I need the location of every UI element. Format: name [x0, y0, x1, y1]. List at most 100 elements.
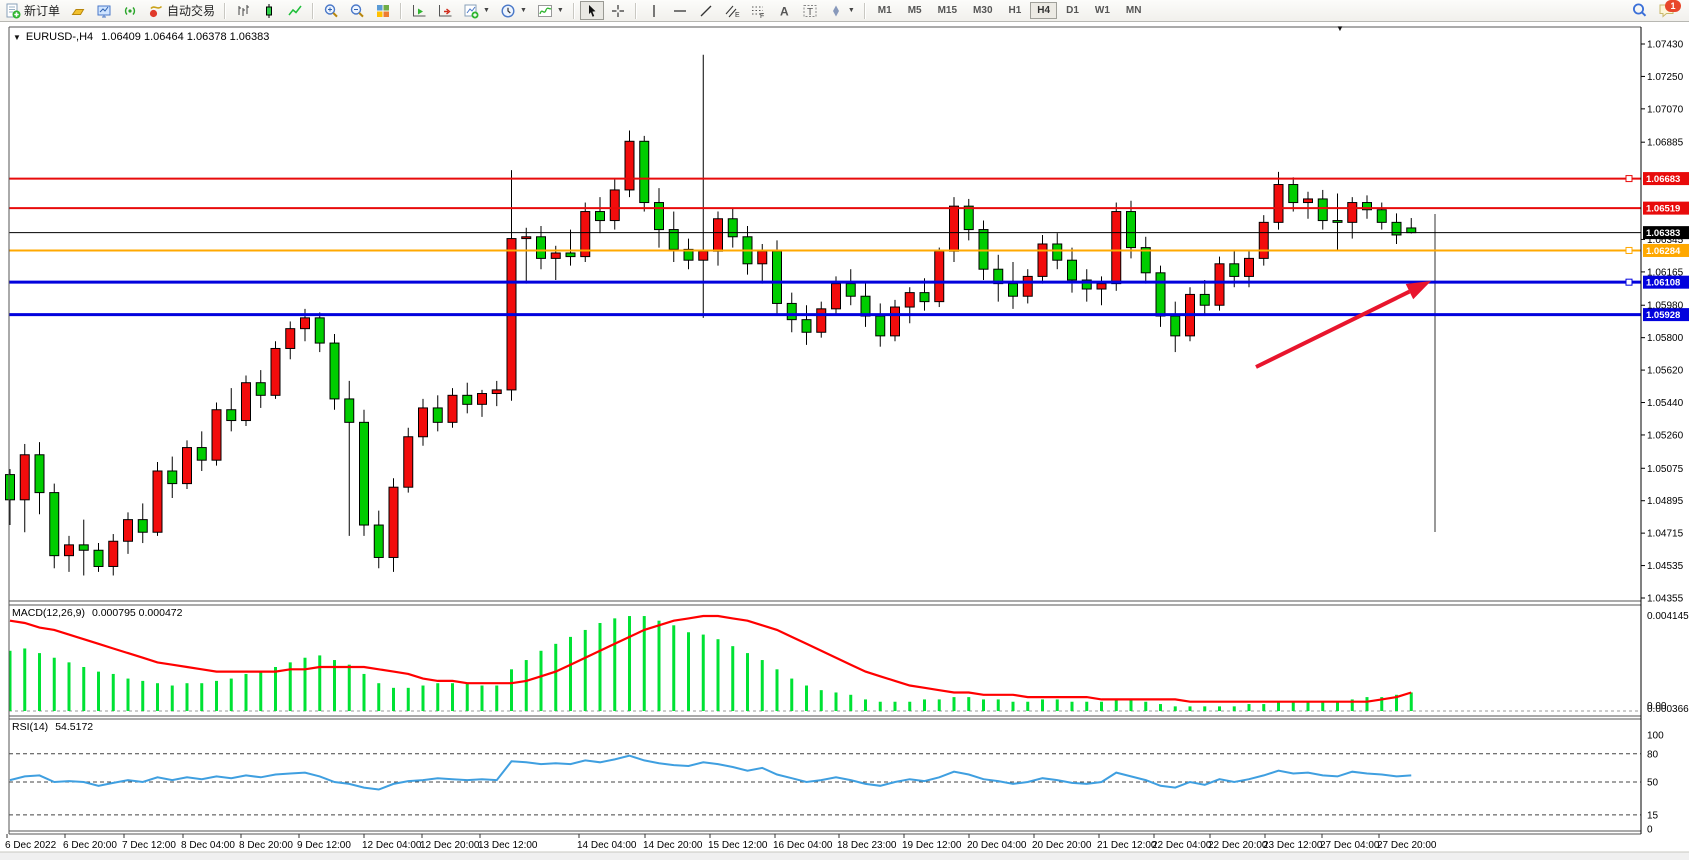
market-watch-button[interactable] [92, 1, 116, 20]
signals-button[interactable] [118, 1, 142, 20]
bar-chart-button[interactable] [231, 1, 255, 20]
trendline-icon [698, 3, 714, 19]
macd-bar [613, 618, 616, 711]
line-marker[interactable] [1626, 279, 1632, 285]
svg-text:13 Dec 12:00: 13 Dec 12:00 [478, 840, 538, 851]
macd-bar [200, 683, 203, 711]
text-tool[interactable]: A [772, 1, 796, 20]
timeframe-toolbar: M1M5M15M30H1H4D1W1MN [870, 2, 1150, 19]
new-chart-button[interactable]: ▼ [459, 1, 494, 20]
autotrade-button[interactable]: 自动交易 [144, 1, 219, 20]
macd-bar [422, 686, 425, 711]
candle [787, 303, 796, 319]
zoom-out-icon [349, 3, 365, 19]
timeframe-m15[interactable]: M15 [931, 2, 964, 19]
svg-text:1.05980: 1.05980 [1647, 301, 1684, 312]
vertical-line-tool[interactable] [642, 1, 666, 20]
candle [1215, 264, 1224, 305]
svg-text:100: 100 [1647, 731, 1664, 742]
new-order-icon [5, 3, 21, 19]
notification-badge: 1 [1665, 0, 1681, 12]
timeframe-m30[interactable]: M30 [966, 2, 999, 19]
candle [1318, 199, 1327, 221]
macd-bar [1130, 699, 1133, 711]
candle [404, 437, 413, 487]
macd-bar [1218, 706, 1221, 711]
candlestick-button[interactable] [257, 1, 281, 20]
shapes-button[interactable]: ▼ [824, 1, 859, 20]
line-marker[interactable] [1626, 176, 1632, 182]
svg-text:8 Dec 04:00: 8 Dec 04:00 [181, 840, 235, 851]
label-tool[interactable]: T [798, 1, 822, 20]
macd-bar [746, 653, 749, 711]
macd-bar [274, 667, 277, 711]
candle [714, 219, 723, 251]
svg-text:1.05620: 1.05620 [1647, 366, 1684, 377]
zoom-in-button[interactable] [319, 1, 343, 20]
candle [242, 383, 251, 421]
new-order-button[interactable]: 新订单 [1, 1, 64, 20]
timeframe-h4[interactable]: H4 [1030, 2, 1057, 19]
candle [330, 343, 339, 399]
svg-text:15: 15 [1647, 810, 1659, 821]
svg-text:14 Dec 20:00: 14 Dec 20:00 [643, 840, 703, 851]
candle [448, 395, 457, 422]
candle [6, 475, 15, 500]
macd-label: MACD(12,26,9)0.000795 0.000472 [12, 607, 182, 619]
auto-scroll-button[interactable] [407, 1, 431, 20]
svg-text:A: A [780, 4, 789, 18]
indicators-button[interactable]: ▼ [533, 1, 568, 20]
macd-bar [38, 653, 41, 711]
horizontal-line-tool[interactable] [668, 1, 692, 20]
tile-windows-button[interactable] [371, 1, 395, 20]
svg-text:6 Dec 20:00: 6 Dec 20:00 [63, 840, 117, 851]
chart-shift-button[interactable] [433, 1, 457, 20]
crosshair-button[interactable] [606, 1, 630, 20]
scroll-marker-icon[interactable]: ▼ [1336, 24, 1344, 33]
notifications-button[interactable]: 1 [1654, 1, 1680, 20]
timeframe-m1[interactable]: M1 [871, 2, 899, 19]
timeframe-d1[interactable]: D1 [1059, 2, 1086, 19]
line-chart-button[interactable] [283, 1, 307, 20]
svg-text:7 Dec 12:00: 7 Dec 12:00 [122, 840, 176, 851]
candle [94, 550, 103, 566]
macd-bar [1012, 702, 1015, 711]
macd-bar [599, 623, 602, 711]
candle [492, 390, 501, 394]
clock-icon [500, 3, 516, 19]
timeframes-button[interactable]: ▼ [496, 1, 531, 20]
svg-text:50: 50 [1647, 778, 1659, 789]
search-button[interactable] [1627, 1, 1652, 20]
zoom-out-button[interactable] [345, 1, 369, 20]
chevron-down-icon: ▼ [848, 7, 855, 14]
candle [360, 422, 369, 525]
candle [891, 307, 900, 336]
cursor-button[interactable] [580, 1, 604, 20]
chevron-down-icon: ▼ [483, 7, 490, 14]
svg-text:21 Dec 12:00: 21 Dec 12:00 [1097, 840, 1157, 851]
timeframe-m5[interactable]: M5 [901, 2, 929, 19]
macd-bar [377, 683, 380, 711]
macd-bar [864, 699, 867, 711]
gold-button[interactable] [66, 1, 90, 20]
fibonacci-icon: F [750, 3, 766, 19]
channel-tool[interactable]: E [720, 1, 744, 20]
toolbar-separator [400, 3, 402, 19]
candle [1333, 221, 1342, 223]
trendline-tool[interactable] [694, 1, 718, 20]
chart-canvas[interactable]: 1.066831.065191.063831.062841.061081.059… [0, 0, 1689, 860]
svg-text:F: F [760, 13, 764, 19]
symbol-dropdown-icon[interactable]: ▼ [13, 33, 21, 42]
timeframe-mn[interactable]: MN [1119, 2, 1149, 19]
candle [1009, 284, 1018, 297]
svg-text:8 Dec 20:00: 8 Dec 20:00 [239, 840, 293, 851]
fibonacci-tool[interactable]: F [746, 1, 770, 20]
search-icon [1631, 2, 1648, 19]
macd-bar [1056, 699, 1059, 711]
timeframe-w1[interactable]: W1 [1088, 2, 1117, 19]
text-label-icon: T [802, 3, 818, 19]
svg-text:1.07250: 1.07250 [1647, 72, 1684, 83]
line-chart-icon [287, 3, 303, 19]
line-marker[interactable] [1626, 247, 1632, 253]
timeframe-h1[interactable]: H1 [1002, 2, 1029, 19]
